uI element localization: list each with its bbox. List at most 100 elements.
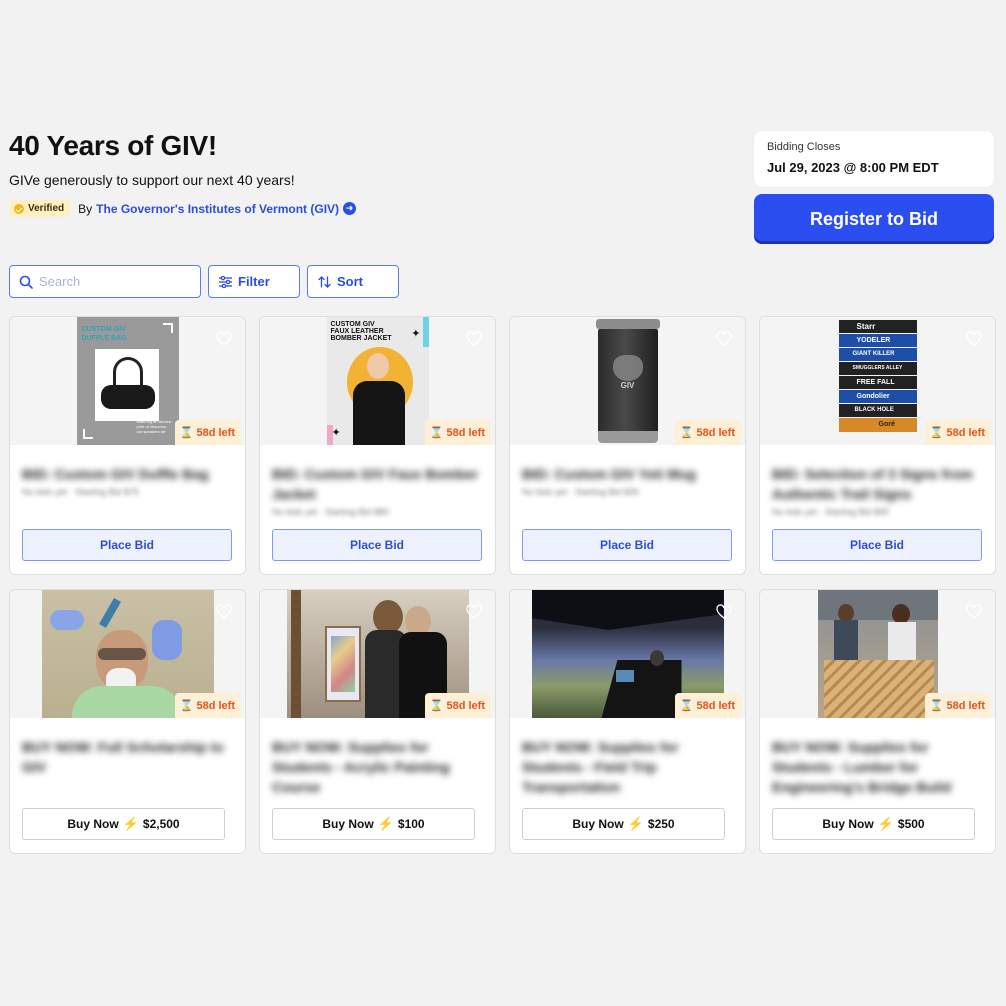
- organizer-name: The Governor's Institutes of Vermont (GI…: [96, 201, 340, 216]
- heart-icon[interactable]: [716, 604, 732, 620]
- buy-now-label: Buy Now: [322, 817, 374, 831]
- auction-item-card[interactable]: ⌛ 58d left BUY NOW: Supplies for Students…: [759, 589, 996, 854]
- sign-label: Goré: [838, 418, 917, 432]
- image-text-line: DUFFLE BAG: [81, 335, 127, 342]
- time-left-label: 58d left: [946, 699, 985, 712]
- heart-icon[interactable]: [216, 331, 232, 347]
- image-text-line: BOMBER JACKET: [330, 335, 392, 342]
- search-input[interactable]: [39, 274, 189, 289]
- place-bid-button[interactable]: Place Bid: [272, 529, 482, 561]
- buy-now-label: Buy Now: [822, 817, 874, 831]
- time-left-badge: ⌛ 58d left: [174, 420, 241, 445]
- arrow-right-icon: ➜: [343, 202, 357, 215]
- sign-label: FREE FALL: [838, 376, 917, 389]
- item-title[interactable]: BID: Custom GIV Duffle Bag: [22, 464, 233, 484]
- search-icon: [19, 275, 33, 289]
- filter-button[interactable]: Filter: [208, 265, 300, 298]
- auction-item-card[interactable]: CUSTOM GIV FAUX LEATHER BOMBER JACKET ✦ …: [259, 316, 496, 575]
- place-bid-button[interactable]: Place Bid: [772, 529, 982, 561]
- sign-label: SMUGGLERS ALLEY: [838, 362, 917, 375]
- hourglass-icon: ⌛: [679, 700, 694, 712]
- lightning-icon: ⚡: [377, 816, 394, 831]
- lumber-bridge-photo: [817, 590, 938, 718]
- verified-badge: Verified: [9, 200, 71, 217]
- auction-header: 40 Years of GIV! GIVe generously to supp…: [9, 130, 749, 217]
- item-title[interactable]: BUY NOW: Supplies for Students - Lumber …: [772, 737, 983, 797]
- hourglass-icon: ⌛: [429, 427, 444, 439]
- hourglass-icon: ⌛: [179, 700, 194, 712]
- buy-now-button[interactable]: Buy Now ⚡ $2,500: [22, 808, 225, 840]
- organizer-link[interactable]: The Governor's Institutes of Vermont (GI…: [96, 201, 357, 216]
- image-text-line: CUSTOM GIV: [330, 321, 375, 328]
- yeti-mug-image: GIV: [593, 317, 663, 445]
- bidding-closes-label: Bidding Closes: [767, 141, 841, 153]
- time-left-label: 58d left: [196, 699, 235, 712]
- item-title[interactable]: BID: Selection of 3 Signs from Authentic…: [772, 464, 983, 504]
- search-box[interactable]: [9, 265, 201, 298]
- sign-label: BLACK HOLE: [838, 404, 917, 417]
- buy-now-button[interactable]: Buy Now ⚡ $250: [522, 808, 725, 840]
- place-bid-button[interactable]: Place Bid: [522, 529, 732, 561]
- time-left-label: 58d left: [946, 426, 985, 439]
- bidding-closes-date: Jul 29, 2023 @ 8:00 PM EDT: [767, 160, 939, 175]
- verified-label: Verified: [28, 203, 65, 214]
- hourglass-icon: ⌛: [679, 427, 694, 439]
- auction-item-card[interactable]: ⌛ 58d left BUY NOW: Supplies for Students…: [509, 589, 746, 854]
- sign-label: YODELER: [838, 334, 917, 347]
- register-to-bid-button[interactable]: Register to Bid: [754, 194, 994, 244]
- time-left-badge: ⌛ 58d left: [924, 693, 991, 718]
- heart-icon[interactable]: [966, 331, 982, 347]
- item-image-area: ⌛ 58d left: [10, 590, 245, 718]
- sign-label: Gondolier: [838, 390, 917, 403]
- item-title[interactable]: BID: Custom GIV Faux Bomber Jacket: [272, 464, 483, 504]
- auction-item-card[interactable]: ⌛ 58d left BUY NOW: Full Scholarship to G…: [9, 589, 246, 854]
- item-image-area: CUSTOM GIV FAUX LEATHER BOMBER JACKET ✦ …: [260, 317, 495, 445]
- heart-icon[interactable]: [466, 604, 482, 620]
- sign-label: Starr: [838, 320, 917, 333]
- place-bid-button[interactable]: Place Bid: [22, 529, 232, 561]
- heart-icon[interactable]: [966, 604, 982, 620]
- heart-icon[interactable]: [716, 331, 732, 347]
- auction-item-card[interactable]: ⌛ 58d left BUY NOW: Supplies for Students…: [259, 589, 496, 854]
- auction-item-card[interactable]: CUSTOM GIV DUFFLE BAG featuring an all-n…: [9, 316, 246, 575]
- time-left-badge: ⌛ 58d left: [424, 420, 491, 445]
- buy-now-button[interactable]: Buy Now ⚡ $500: [772, 808, 975, 840]
- hourglass-icon: ⌛: [429, 700, 444, 712]
- item-grid: CUSTOM GIV DUFFLE BAG featuring an all-n…: [9, 316, 996, 854]
- hourglass-icon: ⌛: [179, 427, 194, 439]
- by-label: By: [78, 201, 93, 216]
- buy-now-label: Buy Now: [572, 817, 624, 831]
- buy-now-price: $500: [897, 817, 925, 831]
- item-title[interactable]: BUY NOW: Supplies for Students - Acrylic…: [272, 737, 483, 797]
- time-left-badge: ⌛ 58d left: [924, 420, 991, 445]
- heart-icon[interactable]: [216, 604, 232, 620]
- item-meta: No bids yet · Starting Bid $80: [272, 507, 390, 517]
- item-image-area: ⌛ 58d left: [260, 590, 495, 718]
- duffle-bag-image: CUSTOM GIV DUFFLE BAG featuring an all-n…: [76, 317, 179, 445]
- item-meta: No bids yet · Starting Bid $35: [522, 487, 640, 497]
- item-title[interactable]: BUY NOW: Supplies for Students - Field T…: [522, 737, 733, 797]
- sign-label: GIANT KILLER: [838, 348, 917, 361]
- item-meta: No bids yet · Starting Bid $75: [22, 487, 140, 497]
- time-left-label: 58d left: [696, 426, 735, 439]
- hourglass-icon: ⌛: [929, 427, 944, 439]
- page-title: 40 Years of GIV!: [9, 130, 217, 161]
- item-title[interactable]: BUY NOW: Full Scholarship to GIV: [22, 737, 233, 777]
- time-left-badge: ⌛ 58d left: [174, 693, 241, 718]
- buy-now-button[interactable]: Buy Now ⚡ $100: [272, 808, 475, 840]
- sort-button[interactable]: Sort: [307, 265, 399, 298]
- bomber-jacket-image: CUSTOM GIV FAUX LEATHER BOMBER JACKET ✦ …: [326, 317, 429, 445]
- heart-icon[interactable]: [466, 331, 482, 347]
- buy-now-price: $250: [647, 817, 675, 831]
- image-text-line: FAUX LEATHER: [330, 328, 384, 335]
- filter-label: Filter: [238, 274, 270, 289]
- trail-signs-image: Starr YODELER GIANT KILLER SMUGGLERS ALL…: [837, 317, 919, 445]
- auction-item-card[interactable]: GIV ⌛ 58d left BID: Custom GIV Yeti Mug N…: [509, 316, 746, 575]
- item-title[interactable]: BID: Custom GIV Yeti Mug: [522, 464, 733, 484]
- item-image-area: GIV ⌛ 58d left: [510, 317, 745, 445]
- bidding-closes-card: Bidding Closes Jul 29, 2023 @ 8:00 PM ED…: [754, 131, 994, 187]
- time-left-label: 58d left: [446, 699, 485, 712]
- auction-item-card[interactable]: Starr YODELER GIANT KILLER SMUGGLERS ALL…: [759, 316, 996, 575]
- image-text-line: GIV: [620, 381, 635, 390]
- sort-arrows-icon: [318, 275, 331, 288]
